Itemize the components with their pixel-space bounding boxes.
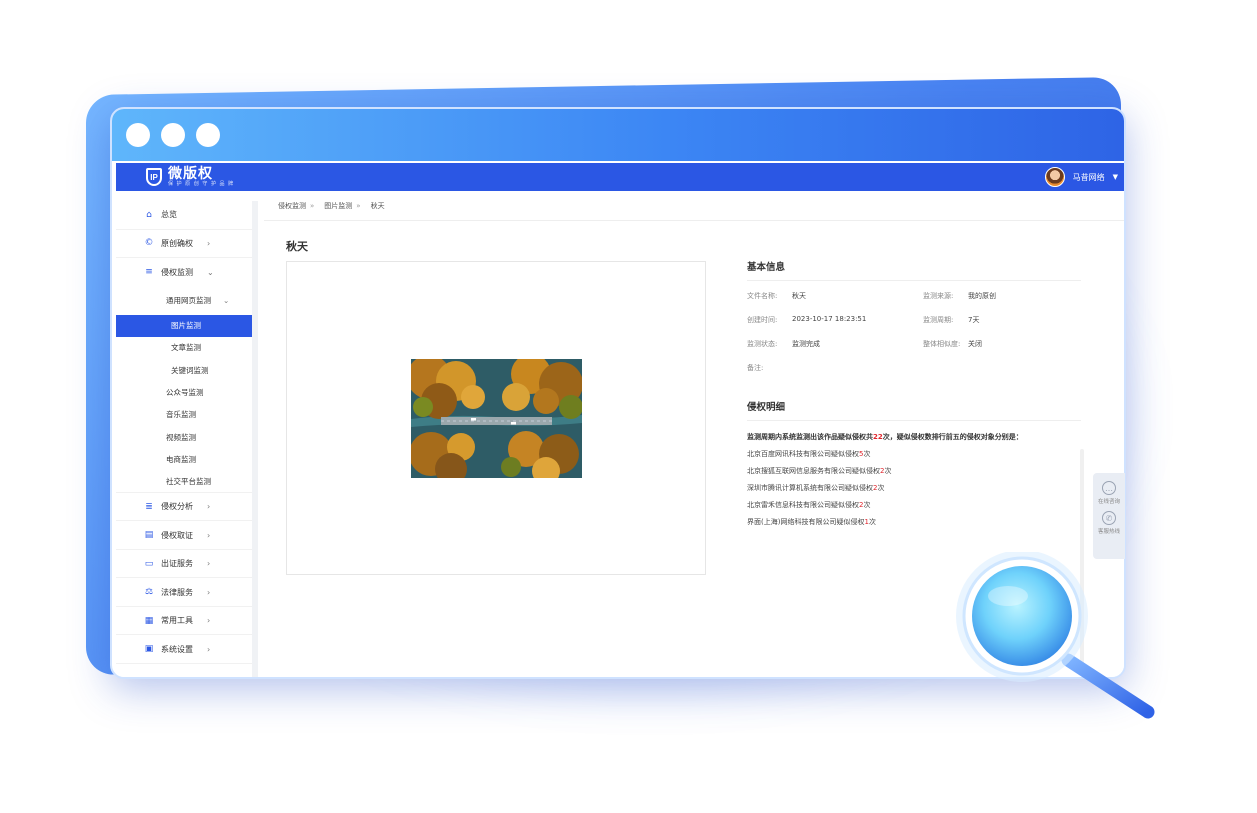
sidebar-item-evidence[interactable]: ▤ 侵权取证 › — [116, 521, 252, 550]
chat-icon: … — [1101, 481, 1116, 495]
sidebar-item-tools[interactable]: ▦ 常用工具 › — [116, 607, 252, 636]
breadcrumb-separator: » — [356, 201, 361, 210]
field-label: 整体相似度: — [923, 340, 961, 348]
logo-name: 微版权 — [168, 166, 213, 182]
window-titlebar — [112, 109, 1124, 161]
field-label: 备注: — [747, 364, 764, 372]
sidebar-item-infringement-monitor[interactable]: ≡ 侵权监测 ⌄ — [116, 258, 252, 287]
sidebar-item-settings[interactable]: ▣ 系统设置 › — [116, 635, 252, 664]
app-topbar: IP 微版权 保 护 原 创 守 护 品 牌 马昔网络 ▼ — [116, 163, 1124, 191]
magnifier-icon — [956, 552, 1155, 719]
field-value: 监测完成 — [792, 340, 820, 348]
infringement-summary: 监测周期内系统监测出该作品疑似侵权共22次，疑似侵权数排行前五的侵权对象分别是： — [747, 433, 1023, 441]
hotline-button[interactable]: ✆ 客服热线 — [1098, 511, 1120, 535]
infringement-row[interactable]: 北京百度网讯科技有限公司疑似侵权5次 — [747, 446, 1081, 463]
basic-info-grid: 文件名称: 秋天 监测来源: 我的原创 创建时间: 2023-10-17 18:… — [747, 291, 1081, 373]
breadcrumb-separator: » — [310, 201, 315, 210]
chevron-down-icon: ⌄ — [207, 267, 214, 277]
window-dot-1[interactable] — [126, 123, 150, 147]
infringement-row[interactable]: 界面(上海)网络科技有限公司疑似侵权1次 — [747, 514, 1081, 531]
breadcrumb-current: 秋天 — [370, 201, 385, 210]
sidebar-item-keyword-monitor[interactable]: 关键词监测 — [116, 359, 252, 381]
image-preview-panel — [286, 261, 706, 575]
infringement-row[interactable]: 深圳市腾讯计算机系统有限公司疑似侵权2次 — [747, 480, 1081, 497]
sidebar-item-ecommerce-monitor[interactable]: 电商监测 — [116, 448, 252, 470]
basic-info-section: 基本信息 文件名称: 秋天 监测来源: 我的原创 创建时间: 2023-10-1… — [747, 259, 1081, 373]
chevron-right-icon: › — [207, 559, 211, 569]
field-value: 2023-10-17 18:23:51 — [792, 315, 867, 323]
chevron-right-icon: › — [207, 616, 211, 626]
field-value — [792, 363, 923, 373]
sidebar-item-article-monitor[interactable]: 文章监测 — [116, 337, 252, 359]
sidebar-item-image-monitor[interactable]: 图片监测 — [116, 314, 252, 337]
sidebar-item-social-monitor[interactable]: 社交平台监测 — [116, 471, 252, 493]
logo-ip-icon: IP — [146, 168, 162, 186]
page-title: 秋天 — [286, 240, 308, 253]
field-value: 关闭 — [968, 340, 982, 348]
field-label: 文件名称: — [747, 292, 778, 300]
infringement-total-count: 22 — [873, 433, 883, 441]
evidence-icon: ▤ — [144, 530, 154, 541]
sidebar-item-overview[interactable]: ⌂ 总览 — [116, 201, 252, 230]
copyright-icon: © — [144, 238, 154, 249]
field-value: 我的原创 — [968, 292, 996, 300]
infringement-row[interactable]: 北京搜狐互联网信息服务有限公司疑似侵权2次 — [747, 463, 1081, 480]
field-label: 监测周期: — [923, 316, 954, 324]
home-icon: ⌂ — [146, 209, 152, 220]
field-value: 秋天 — [792, 292, 806, 300]
field-value: 7天 — [968, 316, 980, 324]
chevron-down-icon: ⌄ — [223, 296, 230, 305]
caret-down-icon: ▼ — [1112, 173, 1118, 181]
user-name: 马昔网络 — [1072, 172, 1105, 182]
sidebar-item-legal[interactable]: ⚖ 法律服务 › — [116, 578, 252, 607]
sidebar-item-video-monitor[interactable]: 视频监测 — [116, 426, 252, 448]
field-label: 监测状态: — [747, 340, 778, 348]
chevron-right-icon: › — [207, 530, 211, 540]
infringement-detail-body: 监测周期内系统监测出该作品疑似侵权共22次，疑似侵权数排行前五的侵权对象分别是：… — [747, 429, 1081, 531]
app-logo[interactable]: IP 微版权 保 护 原 创 守 护 品 牌 — [146, 167, 234, 187]
sidebar-subgroup-web-monitor[interactable]: 通用网页监测 ⌄ — [116, 287, 252, 315]
field-label: 创建时间: — [747, 316, 778, 324]
online-consult-button[interactable]: … 在线咨询 — [1098, 481, 1120, 505]
sidebar: ⌂ 总览 © 原创确权 › ≡ 侵权监测 ⌄ 通用网页监测 ⌄ 图片监测 文章监… — [116, 201, 258, 677]
sidebar-item-analysis[interactable]: ≣ 侵权分析 › — [116, 493, 252, 522]
breadcrumb-item[interactable]: 侵权监测 — [278, 201, 306, 211]
autumn-aerial-image — [411, 359, 582, 478]
monitor-icon: ≡ — [145, 267, 153, 278]
sidebar-item-original-rights[interactable]: © 原创确权 › — [116, 230, 252, 258]
infringement-detail-title: 侵权明细 — [747, 399, 1081, 421]
avatar[interactable] — [1044, 167, 1065, 187]
certificate-icon: ▭ — [144, 558, 154, 569]
basic-info-title: 基本信息 — [747, 259, 1081, 281]
sidebar-item-wechat-monitor[interactable]: 公众号监测 — [116, 381, 252, 403]
breadcrumb-item[interactable]: 图片监测 — [324, 201, 352, 211]
analysis-icon: ≣ — [145, 501, 153, 512]
window-dot-3[interactable] — [196, 123, 220, 147]
window-dot-2[interactable] — [161, 123, 185, 147]
phone-icon: ✆ — [1101, 511, 1116, 525]
field-label: 监测来源: — [923, 292, 954, 300]
monitored-photo[interactable] — [411, 359, 582, 478]
legal-icon: ⚖ — [144, 587, 154, 598]
chevron-right-icon: › — [207, 587, 211, 597]
screenshot-stage: IP 微版权 保 护 原 创 守 护 品 牌 马昔网络 ▼ ⌂ 总览 © 原创确… — [0, 0, 1257, 813]
infringement-detail-section: 侵权明细 监测周期内系统监测出该作品疑似侵权共22次，疑似侵权数排行前五的侵权对… — [747, 399, 1081, 531]
breadcrumb: 侵权监测 » 图片监测 » 秋天 — [264, 191, 1124, 221]
infringement-row[interactable]: 北京雷禾信息科技有限公司疑似侵权2次 — [747, 497, 1081, 514]
sidebar-item-certificate[interactable]: ▭ 出证服务 › — [116, 550, 252, 579]
sidebar-item-music-monitor[interactable]: 音乐监测 — [116, 404, 252, 426]
chevron-right-icon: › — [207, 238, 211, 248]
floating-toolbar: … 在线咨询 ✆ 客服热线 — [1093, 473, 1125, 559]
settings-icon: ▣ — [144, 644, 154, 655]
chevron-right-icon: › — [207, 502, 211, 512]
user-menu[interactable]: 马昔网络 ▼ — [1044, 167, 1118, 187]
tools-icon: ▦ — [144, 615, 154, 626]
logo-slogan: 保 护 原 创 守 护 品 牌 — [168, 181, 235, 187]
chevron-right-icon: › — [207, 644, 211, 654]
